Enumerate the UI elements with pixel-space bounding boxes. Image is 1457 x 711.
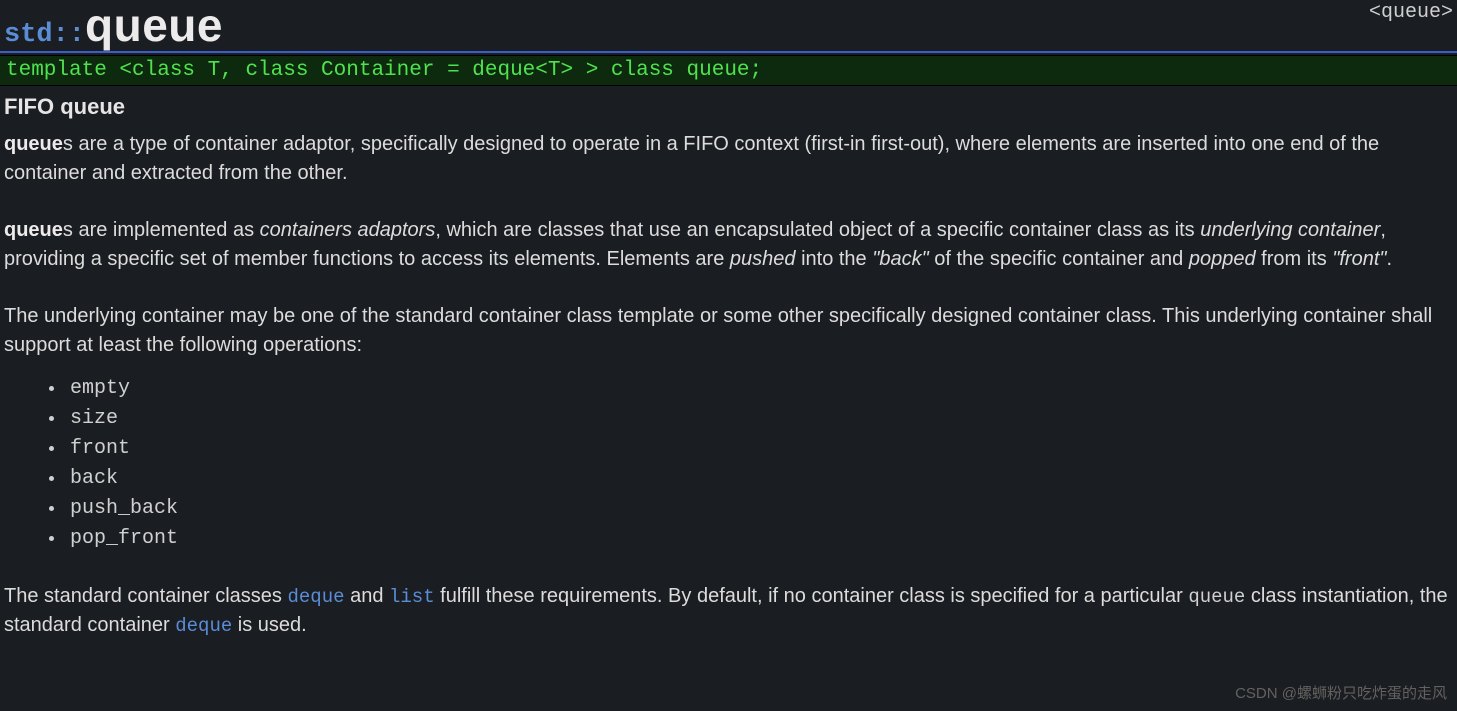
list-item: empty	[66, 374, 1453, 404]
keyword-queue: queue	[4, 219, 63, 241]
template-declaration: template <class T, class Container = deq…	[0, 55, 1457, 86]
operations-list: empty size front back push_back pop_fron…	[66, 374, 1453, 554]
p2-em2: underlying container	[1200, 219, 1380, 241]
class-name: queue	[85, 0, 223, 51]
subheading: FIFO queue	[4, 94, 1453, 120]
declaration-code: template <class T, class Container = deq…	[6, 59, 762, 82]
include-header: <queue>	[1369, 0, 1453, 24]
page-header: std::queue <queue>	[0, 0, 1457, 53]
p4-seg5: is used.	[232, 614, 306, 636]
p2-seg4: into the	[796, 248, 873, 270]
p2-em5: popped	[1189, 248, 1256, 270]
p2-seg6: from its	[1256, 248, 1333, 270]
p2-seg2: , which are classes that use an encapsul…	[435, 219, 1200, 241]
p2-seg5: of the specific container and	[929, 248, 1189, 270]
list-item: back	[66, 464, 1453, 494]
paragraph-4: The standard container classes deque and…	[4, 582, 1453, 641]
link-deque[interactable]: deque	[288, 586, 345, 608]
title: std::queue	[4, 0, 223, 51]
list-item: size	[66, 404, 1453, 434]
list-item: push_back	[66, 494, 1453, 524]
p2-seg1: s are implemented as	[63, 219, 260, 241]
p2-em1: containers adaptors	[260, 219, 436, 241]
paragraph-3: The underlying container may be one of t…	[4, 302, 1453, 360]
link-list[interactable]: list	[389, 586, 435, 608]
p2-em3: pushed	[730, 248, 796, 270]
namespace-prefix: std::	[4, 21, 85, 51]
p4-seg1: The standard container classes	[4, 585, 288, 607]
mono-queue: queue	[1188, 586, 1245, 608]
p2-em4: "back"	[872, 248, 928, 270]
keyword-queue: queue	[4, 133, 63, 155]
paragraph-2: queues are implemented as containers ada…	[4, 216, 1453, 274]
list-item: front	[66, 434, 1453, 464]
p2-em6: "front"	[1332, 248, 1386, 270]
watermark: CSDN @螺蛳粉只吃炸蛋的走风	[1235, 682, 1447, 703]
link-deque[interactable]: deque	[175, 615, 232, 637]
p4-seg2: and	[345, 585, 389, 607]
p4-seg3: fulfill these requirements. By default, …	[435, 585, 1189, 607]
content-body: FIFO queue queues are a type of containe…	[0, 86, 1457, 641]
paragraph-1: queues are a type of container adaptor, …	[4, 130, 1453, 188]
p1-text: s are a type of container adaptor, speci…	[4, 133, 1379, 184]
p2-seg7: .	[1386, 248, 1392, 270]
list-item: pop_front	[66, 524, 1453, 554]
